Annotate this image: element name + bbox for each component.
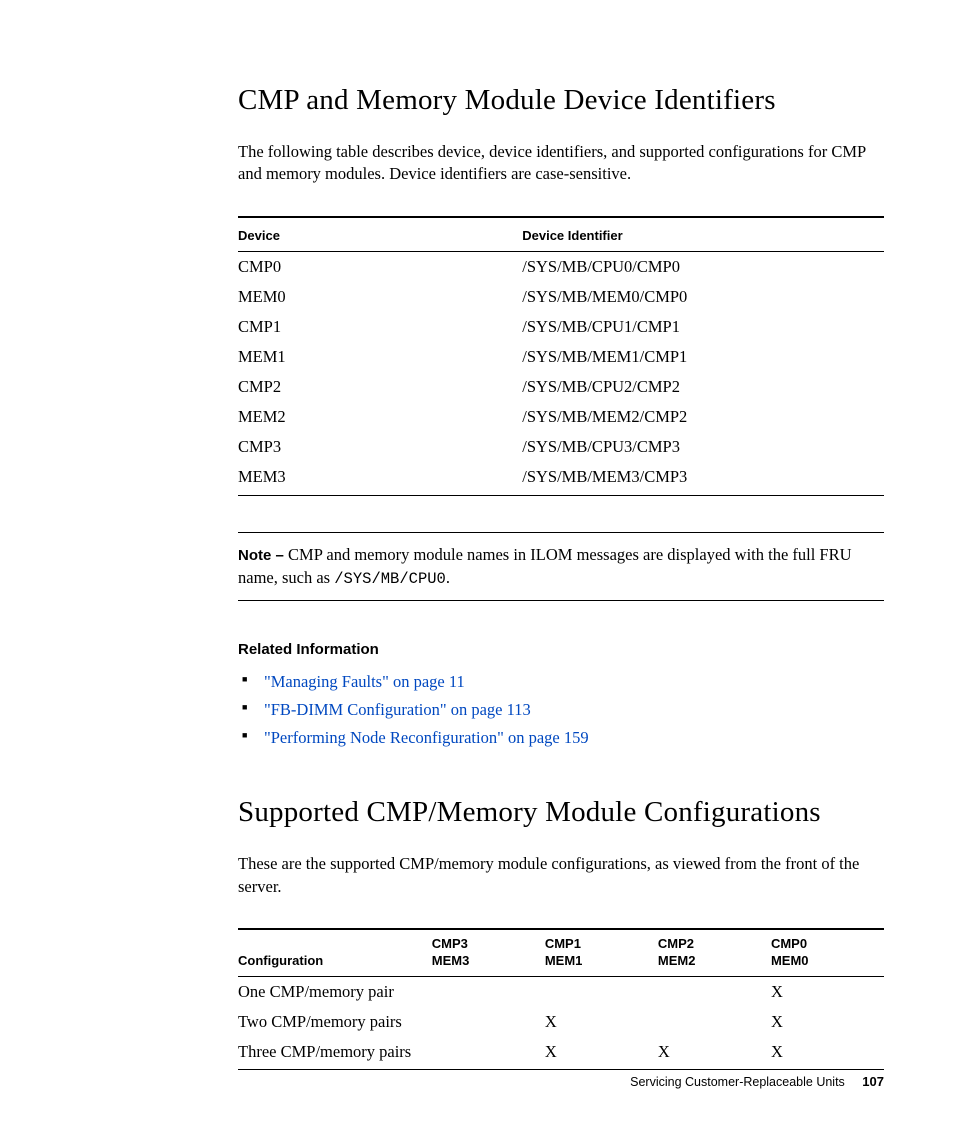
link-node-reconfig[interactable]: "Performing Node Reconfiguration" on pag… bbox=[264, 728, 589, 747]
cell-mark bbox=[432, 1037, 545, 1070]
table-row: CMP3/SYS/MB/CPU3/CMP3 bbox=[238, 432, 884, 462]
table-row: MEM3/SYS/MB/MEM3/CMP3 bbox=[238, 462, 884, 496]
list-item: "Performing Node Reconfiguration" on pag… bbox=[238, 724, 884, 752]
note-text: CMP and memory module names in ILOM mess… bbox=[238, 545, 852, 587]
note-code: /SYS/MB/CPU0 bbox=[334, 570, 446, 588]
cell-device: MEM0 bbox=[238, 282, 522, 312]
cell-device: MEM1 bbox=[238, 342, 522, 372]
cell-mark: X bbox=[771, 976, 884, 1007]
cell-mark: X bbox=[771, 1007, 884, 1037]
footer-page-number: 107 bbox=[862, 1074, 884, 1089]
th-configuration: Configuration bbox=[238, 929, 432, 976]
link-managing-faults[interactable]: "Managing Faults" on page 11 bbox=[264, 672, 465, 691]
cell-config: One CMP/memory pair bbox=[238, 976, 432, 1007]
th-cmp3: CMP3MEM3 bbox=[432, 929, 545, 976]
cell-mark bbox=[432, 1007, 545, 1037]
cell-mark: X bbox=[658, 1037, 771, 1070]
table-row: One CMP/memory pair X bbox=[238, 976, 884, 1007]
footer-chapter: Servicing Customer-Replaceable Units bbox=[630, 1075, 845, 1089]
cell-mark bbox=[658, 1007, 771, 1037]
cell-mark bbox=[432, 976, 545, 1007]
document-page: CMP and Memory Module Device Identifiers… bbox=[0, 0, 954, 1145]
table-row: MEM0/SYS/MB/MEM0/CMP0 bbox=[238, 282, 884, 312]
cell-id: /SYS/MB/MEM2/CMP2 bbox=[522, 402, 884, 432]
table-row: MEM1/SYS/MB/MEM1/CMP1 bbox=[238, 342, 884, 372]
cell-id: /SYS/MB/CPU0/CMP0 bbox=[522, 251, 884, 282]
list-item: "Managing Faults" on page 11 bbox=[238, 668, 884, 696]
cell-device: CMP1 bbox=[238, 312, 522, 342]
table-row: CMP1/SYS/MB/CPU1/CMP1 bbox=[238, 312, 884, 342]
cell-config: Two CMP/memory pairs bbox=[238, 1007, 432, 1037]
list-item: "FB-DIMM Configuration" on page 113 bbox=[238, 696, 884, 724]
th-cmp2: CMP2MEM2 bbox=[658, 929, 771, 976]
cell-id: /SYS/MB/CPU1/CMP1 bbox=[522, 312, 884, 342]
cell-mark bbox=[545, 976, 658, 1007]
table-row: CMP2/SYS/MB/CPU2/CMP2 bbox=[238, 372, 884, 402]
cell-id: /SYS/MB/MEM1/CMP1 bbox=[522, 342, 884, 372]
cell-mark bbox=[658, 976, 771, 1007]
cell-device: MEM2 bbox=[238, 402, 522, 432]
cell-mark: X bbox=[545, 1037, 658, 1070]
note-block: Note – CMP and memory module names in IL… bbox=[238, 532, 884, 602]
configuration-table: Configuration CMP3MEM3 CMP1MEM1 CMP2MEM2… bbox=[238, 928, 884, 1070]
table-row: Three CMP/memory pairs X X X bbox=[238, 1037, 884, 1070]
cell-device: CMP2 bbox=[238, 372, 522, 402]
related-info-heading: Related Information bbox=[238, 641, 884, 658]
th-device: Device bbox=[238, 217, 522, 252]
cell-device: MEM3 bbox=[238, 462, 522, 496]
cell-device: CMP3 bbox=[238, 432, 522, 462]
th-cmp1: CMP1MEM1 bbox=[545, 929, 658, 976]
device-identifier-table: Device Device Identifier CMP0/SYS/MB/CPU… bbox=[238, 216, 884, 496]
table-row: CMP0/SYS/MB/CPU0/CMP0 bbox=[238, 251, 884, 282]
section-title-2: Supported CMP/Memory Module Configuratio… bbox=[238, 796, 884, 829]
cell-id: /SYS/MB/CPU3/CMP3 bbox=[522, 432, 884, 462]
cell-mark: X bbox=[771, 1037, 884, 1070]
cell-device: CMP0 bbox=[238, 251, 522, 282]
th-device-identifier: Device Identifier bbox=[522, 217, 884, 252]
intro-paragraph-2: These are the supported CMP/memory modul… bbox=[238, 853, 884, 898]
page-footer: Servicing Customer-Replaceable Units 107 bbox=[630, 1074, 884, 1089]
section-title-1: CMP and Memory Module Device Identifiers bbox=[238, 84, 884, 117]
cell-id: /SYS/MB/MEM0/CMP0 bbox=[522, 282, 884, 312]
cell-id: /SYS/MB/MEM3/CMP3 bbox=[522, 462, 884, 496]
th-cmp0: CMP0MEM0 bbox=[771, 929, 884, 976]
note-label: Note – bbox=[238, 547, 288, 564]
link-fb-dimm-config[interactable]: "FB-DIMM Configuration" on page 113 bbox=[264, 700, 531, 719]
table-row: MEM2/SYS/MB/MEM2/CMP2 bbox=[238, 402, 884, 432]
cell-config: Three CMP/memory pairs bbox=[238, 1037, 432, 1070]
cell-id: /SYS/MB/CPU2/CMP2 bbox=[522, 372, 884, 402]
note-text-after: . bbox=[446, 568, 450, 587]
related-info-list: "Managing Faults" on page 11 "FB-DIMM Co… bbox=[238, 668, 884, 752]
cell-mark: X bbox=[545, 1007, 658, 1037]
table-row: Two CMP/memory pairs X X bbox=[238, 1007, 884, 1037]
intro-paragraph-1: The following table describes device, de… bbox=[238, 141, 884, 186]
